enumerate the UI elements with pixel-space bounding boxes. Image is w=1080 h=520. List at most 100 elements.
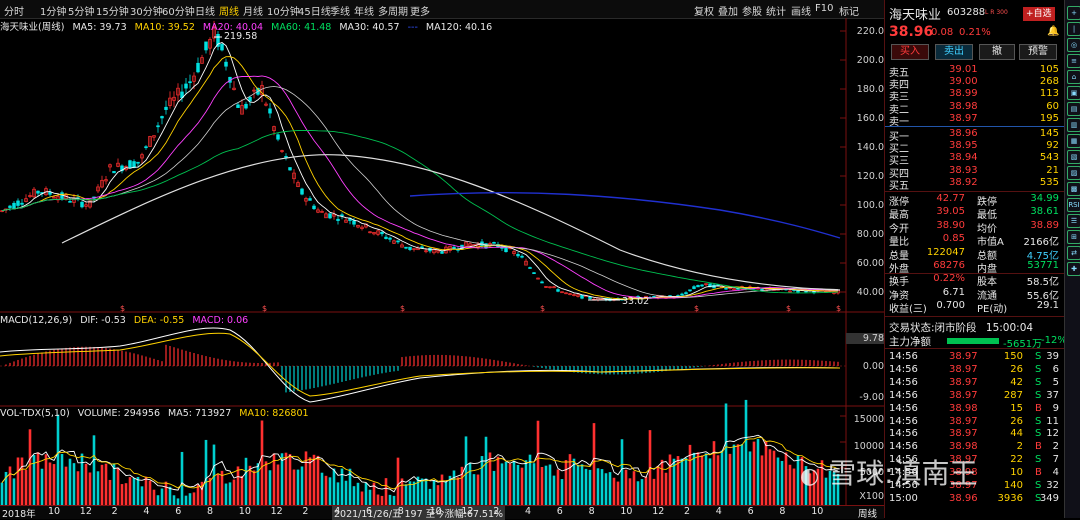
volume-bar bbox=[536, 420, 540, 505]
bid-row[interactable]: 买五 38.92 535 bbox=[889, 177, 1061, 192]
stat-row: 净资 6.71 流通 55.6亿 bbox=[889, 287, 1061, 302]
bid-row[interactable]: 买三 38.94 543 bbox=[889, 152, 1061, 167]
candle-body bbox=[760, 288, 764, 291]
sidebar-tool-icon[interactable]: | bbox=[1067, 22, 1080, 36]
bell-icon[interactable]: 🔔 bbox=[1047, 26, 1059, 37]
candle-body bbox=[188, 81, 192, 84]
add-watchlist-button[interactable]: +自选 bbox=[1023, 7, 1055, 21]
month-tick: 4 bbox=[715, 506, 722, 517]
volume-bar bbox=[284, 452, 288, 505]
candle-body bbox=[268, 108, 272, 114]
volume-bar bbox=[532, 463, 536, 505]
tick-price: 38.97 bbox=[949, 376, 978, 388]
bid-row[interactable]: 买二 38.95 92 bbox=[889, 140, 1061, 155]
sidebar-tool-icon[interactable]: ≡ bbox=[1067, 54, 1080, 68]
alert-button[interactable]: 预警 bbox=[1019, 44, 1057, 60]
sidebar-tool-icon[interactable]: ▤ bbox=[1067, 102, 1080, 116]
volume-bar bbox=[752, 441, 756, 505]
sidebar-tool-icon[interactable]: ⇄ bbox=[1067, 246, 1080, 260]
volume-bar bbox=[500, 463, 504, 505]
ask-row[interactable]: 卖四 39.00 268 bbox=[889, 76, 1061, 91]
stock-code: 603288 bbox=[947, 7, 986, 18]
sidebar-tool-icon[interactable]: ▧ bbox=[1067, 150, 1080, 164]
volume-bar bbox=[236, 466, 240, 505]
sidebar-tool-icon[interactable]: + bbox=[1067, 6, 1080, 20]
tick-volume: 150 bbox=[1003, 351, 1023, 362]
candle-body bbox=[352, 220, 356, 225]
bid-row[interactable]: 买一 38.96 145 bbox=[889, 128, 1061, 143]
volume-bar bbox=[424, 478, 428, 505]
ask-row[interactable]: 卖三 38.99 113 bbox=[889, 88, 1061, 103]
ask-row[interactable]: 卖一 38.97 195 bbox=[889, 113, 1061, 128]
main-net-bar bbox=[947, 338, 999, 344]
candle-body bbox=[328, 213, 332, 219]
ma10-line bbox=[1, 56, 839, 300]
stat-value: 34.99 bbox=[1030, 193, 1059, 204]
volume-bar bbox=[612, 477, 616, 505]
sidebar-tool-icon[interactable]: ▦ bbox=[1067, 134, 1080, 148]
volume-bar bbox=[216, 473, 220, 505]
low-annotation: 33.02 bbox=[622, 296, 650, 307]
stock-name: 海天味业 bbox=[889, 8, 942, 23]
volume-bar bbox=[480, 456, 484, 505]
volume-bar bbox=[336, 482, 340, 505]
ask-row[interactable]: 卖五 39.01 105 bbox=[889, 64, 1061, 79]
tick-price: 38.97 bbox=[949, 351, 978, 362]
sidebar-tool-icon[interactable]: ◎ bbox=[1067, 38, 1080, 52]
sidebar-tool-icon[interactable]: ⊞ bbox=[1067, 230, 1080, 244]
volume-bar bbox=[136, 476, 140, 505]
cancel-button[interactable]: 撤 bbox=[979, 44, 1015, 60]
volume-bar bbox=[360, 491, 364, 505]
sell-button[interactable]: 卖出 bbox=[935, 44, 973, 60]
tick-count: 349 bbox=[1039, 492, 1059, 504]
sidebar-tool-icon[interactable]: ▩ bbox=[1067, 182, 1080, 196]
volume-bar bbox=[760, 455, 764, 505]
price-tick: 100.0 bbox=[856, 200, 884, 211]
volume-bar bbox=[260, 420, 264, 505]
tick-count: 4 bbox=[1052, 467, 1059, 479]
stat-value: 38.61 bbox=[1030, 206, 1059, 218]
volume-bar bbox=[768, 449, 772, 505]
volume-bar bbox=[60, 454, 64, 505]
candle-body bbox=[724, 287, 728, 290]
kline-chart[interactable]: $ $ $ $ $ $ $ bbox=[0, 0, 884, 518]
sidebar-tool-icon[interactable]: ⌂ bbox=[1067, 70, 1080, 84]
stat-row: 今开 38.90 均价 38.89 bbox=[889, 220, 1061, 235]
month-tick: 8 bbox=[397, 506, 404, 517]
month-tick: 2 bbox=[684, 506, 691, 517]
bid-price: 38.94 bbox=[949, 152, 978, 164]
tick-volume: 2 bbox=[1016, 441, 1023, 453]
volume-bar bbox=[212, 444, 216, 505]
candle-body bbox=[16, 200, 20, 206]
sidebar-tool-icon[interactable]: ▨ bbox=[1067, 166, 1080, 180]
volume-bar bbox=[204, 439, 208, 505]
candle-body bbox=[516, 254, 520, 257]
stat-row: 涨停 42.77 跌停 34.99 bbox=[889, 193, 1061, 208]
main-net-label: 主力净额 bbox=[889, 336, 931, 348]
candle-body bbox=[284, 155, 288, 158]
volume-bar bbox=[504, 461, 508, 505]
volume-bar bbox=[680, 458, 684, 505]
sidebar-tool-icon[interactable]: ☰ bbox=[1067, 214, 1080, 228]
candle-body bbox=[196, 62, 200, 73]
sidebar-tool-icon[interactable]: ▥ bbox=[1067, 118, 1080, 132]
buy-button[interactable]: 买入 bbox=[891, 44, 929, 60]
long-ma-line bbox=[409, 191, 841, 239]
tick-count: 12 bbox=[1046, 428, 1059, 440]
volume-bar bbox=[588, 469, 592, 505]
sidebar-tool-icon[interactable]: ✚ bbox=[1067, 262, 1080, 276]
tick-row: 15:00 38.96 3936 S 349 bbox=[889, 493, 1061, 506]
tick-direction: S bbox=[1035, 363, 1042, 375]
volume-bar bbox=[224, 483, 228, 505]
candle-body bbox=[164, 106, 168, 110]
volume-bar bbox=[616, 481, 620, 505]
bid-row[interactable]: 买四 38.93 21 bbox=[889, 165, 1061, 180]
volume-bar bbox=[664, 472, 668, 505]
ask-row[interactable]: 卖二 38.98 60 bbox=[889, 101, 1061, 116]
sidebar-tool-icon[interactable]: RSI bbox=[1067, 198, 1080, 212]
volume-bar bbox=[316, 455, 320, 505]
macd-legend: MACD(12,26,9) DIF: -0.53 DEA: -0.55 MACD… bbox=[0, 315, 253, 328]
sidebar-tool-icon[interactable]: ▣ bbox=[1067, 86, 1080, 100]
volume-bar bbox=[660, 459, 664, 505]
volume-bar bbox=[276, 464, 280, 505]
